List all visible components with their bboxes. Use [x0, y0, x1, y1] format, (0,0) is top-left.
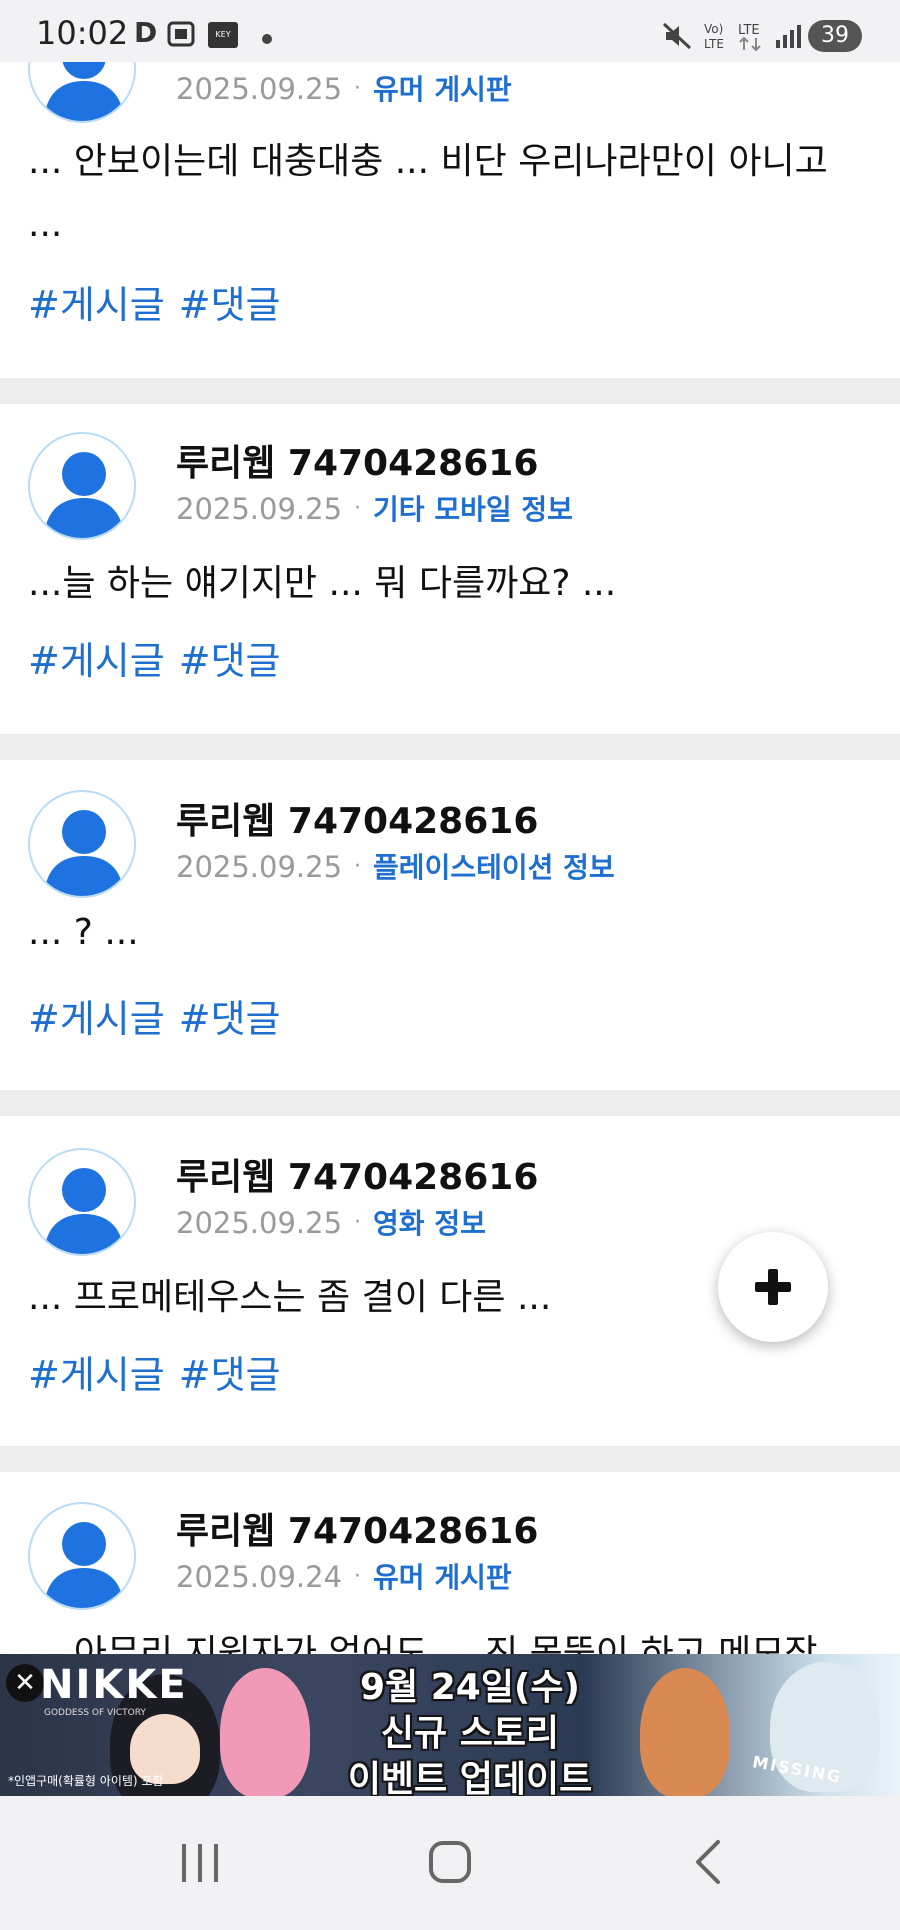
tag-post[interactable]: #게시글	[28, 997, 165, 1041]
post-tags: #게시글 #댓글	[28, 274, 295, 329]
post-author[interactable]: 루리웹 7470428616	[176, 792, 538, 844]
meta-separator: ·	[354, 76, 362, 101]
app-d-icon: D	[134, 16, 158, 49]
tag-comment[interactable]: #댓글	[179, 283, 281, 327]
recents-icon[interactable]	[170, 1796, 230, 1930]
post-card[interactable]: 루리웹 7470428616 2025.09.24·유머 게시판 ... 아무리…	[0, 1472, 900, 1674]
svg-text:LTE: LTE	[738, 23, 760, 38]
tag-comment[interactable]: #댓글	[179, 639, 281, 683]
post-snippet[interactable]: ... ? ...	[28, 912, 139, 953]
mute-icon	[662, 22, 692, 50]
post-snippet[interactable]: ...	[28, 204, 62, 245]
close-icon[interactable]: ✕	[6, 1664, 44, 1702]
post-author[interactable]: 루리웹 7470428616	[176, 1502, 538, 1554]
post-tags: #게시글 #댓글	[28, 988, 295, 1043]
plus-icon	[755, 1269, 791, 1305]
tag-post[interactable]: #게시글	[28, 283, 165, 327]
home-icon[interactable]	[420, 1796, 480, 1930]
post-divider	[0, 378, 900, 404]
ad-brand-logo: NIKKE	[40, 1662, 188, 1708]
ad-disclaimer: *인앱구매(확률형 아이템) 포함	[8, 1774, 164, 1788]
tag-comment[interactable]: #댓글	[179, 1353, 281, 1397]
post-date: 2025.09.24	[176, 1560, 343, 1594]
tag-post[interactable]: #게시글	[28, 1353, 165, 1397]
post-snippet[interactable]: ... 프로메테우스는 좀 결이 다른 ...	[28, 1268, 551, 1320]
avatar[interactable]	[28, 1502, 136, 1610]
post-author[interactable]: 루리웹 7470428616	[176, 1148, 538, 1200]
tag-post[interactable]: #게시글	[28, 639, 165, 683]
status-bar: 10:02 D KEY Vo) LTE LTE 39	[0, 0, 900, 62]
notification-dot-icon	[262, 34, 272, 44]
post-card[interactable]: 루리웹 7470428616 2025.09.25 · 기타 모바일 정보 ...늘…	[0, 404, 900, 734]
ad-banner[interactable]: ✕ NIKKE GODDESS OF VICTORY 9월 24일(수) 신규 …	[0, 1654, 900, 1796]
board-link[interactable]: 플레이스테이션 정보	[373, 851, 615, 884]
system-nav-bar	[0, 1796, 900, 1930]
post-divider	[0, 1090, 900, 1116]
svg-text:LTE: LTE	[704, 37, 724, 51]
ad-headline: 신규 스토리	[380, 1713, 560, 1754]
post-meta: 2025.09.25 · 유머 게시판	[176, 68, 512, 108]
post-author[interactable]: 루리웹 7470428616	[176, 434, 538, 486]
lte-data-icon: LTE	[738, 23, 761, 52]
board-link[interactable]: 유머 게시판	[373, 1561, 512, 1594]
svg-text:Vo): Vo)	[704, 22, 723, 36]
ad-headline: 이벤트 업데이트	[347, 1759, 593, 1796]
signal-icon	[776, 25, 801, 48]
status-time: 10:02	[36, 14, 129, 52]
meta-separator: ·	[354, 854, 362, 879]
post-divider	[0, 1446, 900, 1472]
screenshot-icon	[167, 21, 195, 47]
user-avatar-icon	[44, 1522, 124, 1608]
user-avatar-icon	[44, 810, 124, 896]
post-meta: 2025.09.25 · 플레이스테이션 정보	[176, 846, 615, 886]
ad-character-illustration	[640, 1668, 730, 1796]
avatar[interactable]	[28, 790, 136, 898]
board-link[interactable]: 기타 모바일 정보	[373, 493, 573, 526]
avatar[interactable]	[28, 1148, 136, 1256]
ad-character-illustration	[220, 1668, 310, 1796]
meta-separator: ·	[354, 1210, 362, 1235]
tag-comment[interactable]: #댓글	[179, 997, 281, 1041]
user-avatar-icon	[44, 1168, 124, 1254]
board-link[interactable]: 유머 게시판	[373, 73, 512, 106]
volte-icon: Vo) LTE	[704, 22, 724, 51]
key-icon: KEY	[208, 22, 238, 48]
post-tags: #게시글 #댓글	[28, 630, 295, 685]
board-link[interactable]: 영화 정보	[373, 1207, 486, 1240]
post-meta: 2025.09.25 · 영화 정보	[176, 1202, 486, 1242]
post-date: 2025.09.25	[176, 72, 343, 106]
post-meta: 2025.09.24 · 유머 게시판	[176, 1556, 512, 1596]
avatar[interactable]	[28, 432, 136, 540]
back-icon[interactable]	[680, 1796, 740, 1930]
post-snippet[interactable]: ...늘 하는 얘기지만 ... 뭐 다를까요? ...	[28, 554, 616, 606]
post-meta: 2025.09.25 · 기타 모바일 정보	[176, 488, 573, 528]
post-divider	[0, 734, 900, 760]
post-card[interactable]: 루리웹 7470428616 2025.09.25 · 플레이스테이션 정보 ...…	[0, 760, 900, 1090]
post-date: 2025.09.25	[176, 850, 343, 884]
ad-headline-date: 9월 24일(수)	[360, 1667, 580, 1708]
ad-brand-subtitle: GODDESS OF VICTORY	[44, 1708, 146, 1718]
post-tags: #게시글 #댓글	[28, 1344, 295, 1399]
post-snippet[interactable]: ... 안보이는데 대충대충 ... 비단 우리나라만이 아니고	[28, 132, 828, 184]
meta-separator: ·	[354, 1564, 362, 1589]
user-avatar-icon	[44, 452, 124, 538]
post-date: 2025.09.25	[176, 492, 343, 526]
meta-separator: ·	[354, 496, 362, 521]
battery-indicator: 39	[808, 20, 862, 52]
post-date: 2025.09.25	[176, 1206, 343, 1240]
write-post-button[interactable]	[718, 1232, 828, 1342]
